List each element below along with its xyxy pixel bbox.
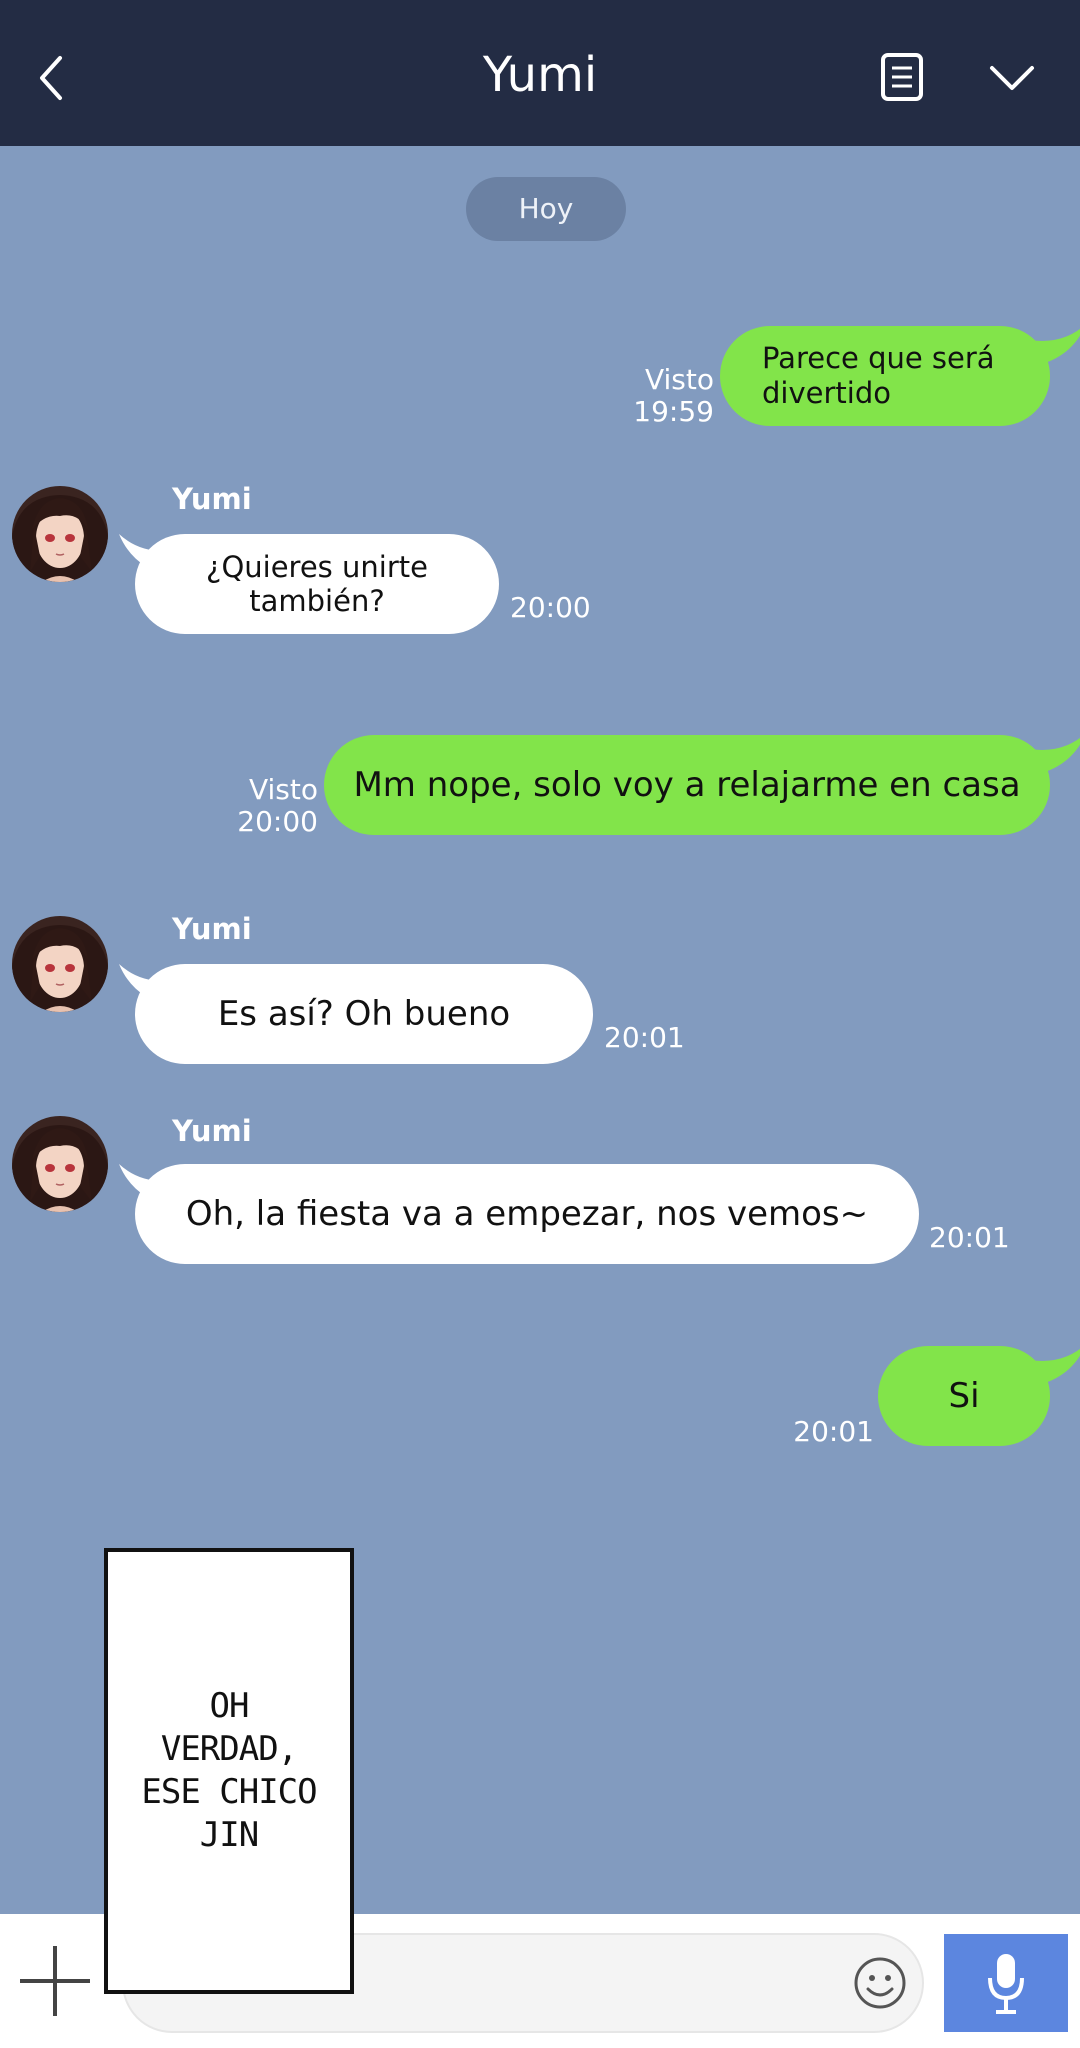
message-time: 20:01: [604, 1021, 685, 1054]
bubble-tail: [1020, 1348, 1080, 1386]
bubble-tail: [119, 1164, 185, 1206]
chat-header: Yumi: [0, 0, 1080, 146]
avatar[interactable]: [12, 486, 108, 582]
comic-text-panel: OH VERDAD, ESE CHICO JIN: [104, 1548, 354, 1994]
notes-icon[interactable]: [880, 52, 924, 102]
message-time: 20:00: [237, 805, 318, 838]
avatar[interactable]: [12, 916, 108, 1012]
chevron-down-icon[interactable]: [988, 62, 1036, 92]
message-time: 19:59: [633, 395, 714, 428]
message-text: Oh, la fiesta va a empezar, nos vemos~: [185, 1194, 869, 1234]
sender-name: Yumi: [172, 482, 252, 516]
message-bubble-outgoing[interactable]: Parece que será divertido: [720, 326, 1080, 426]
sender-name: Yumi: [172, 1114, 252, 1148]
message-bubble-outgoing[interactable]: Mm nope, solo voy a relajarme en casa: [324, 735, 1080, 835]
message-text: Parece que será divertido: [762, 341, 995, 410]
message-text: Es así? Oh bueno: [217, 994, 511, 1034]
sender-name: Yumi: [172, 912, 252, 946]
message-bubble-incoming[interactable]: ¿Quieres unirte también?: [119, 534, 499, 634]
message-bubble-incoming[interactable]: Oh, la fiesta va a empezar, nos vemos~: [119, 1164, 919, 1264]
message-time: 20:01: [929, 1221, 1010, 1254]
message-text: Mm nope, solo voy a relajarme en casa: [353, 765, 1021, 805]
read-status: Visto: [644, 363, 714, 396]
plus-icon[interactable]: [16, 1942, 94, 2020]
read-status: Visto: [248, 773, 318, 806]
mic-button[interactable]: [944, 1934, 1068, 2032]
back-chevron-icon[interactable]: [36, 54, 66, 102]
message-text: Si: [948, 1376, 980, 1416]
message-time: 20:00: [510, 591, 591, 624]
message-time: 20:01: [793, 1415, 874, 1448]
bubble-tail: [119, 534, 185, 576]
message-text: ¿Quieres unirte también?: [206, 550, 428, 618]
microphone-icon: [988, 1954, 1024, 2014]
bubble-tail: [1020, 328, 1080, 366]
message-bubble-outgoing[interactable]: Si: [878, 1346, 1080, 1446]
panel-caption: OH VERDAD, ESE CHICO JIN: [141, 1686, 317, 1855]
date-separator: Hoy: [466, 177, 626, 241]
bubble-tail: [1020, 737, 1080, 775]
message-bubble-incoming[interactable]: Es así? Oh bueno: [119, 964, 593, 1064]
avatar[interactable]: [12, 1116, 108, 1212]
bubble-tail: [119, 964, 185, 1006]
smiley-icon[interactable]: [852, 1955, 908, 2011]
